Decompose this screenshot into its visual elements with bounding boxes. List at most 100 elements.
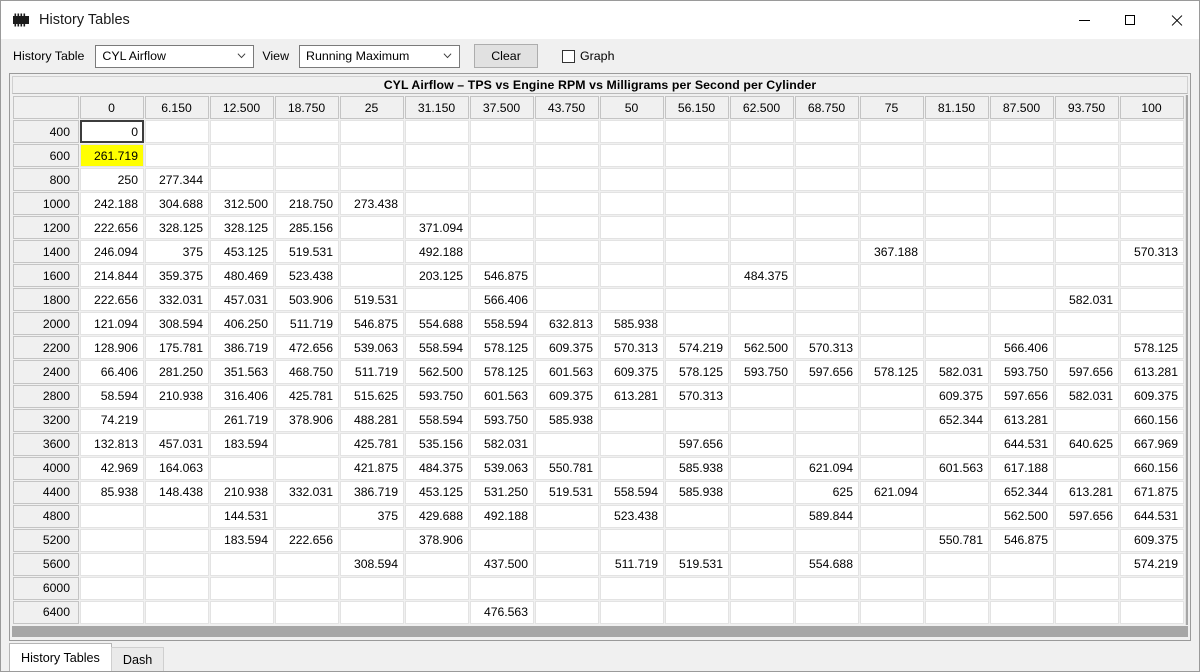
grid-cell[interactable]: 593.750 — [730, 360, 794, 384]
grid-row-header[interactable]: 6400 — [13, 600, 79, 624]
grid-cell[interactable]: 546.875 — [990, 528, 1054, 552]
grid-cell[interactable]: 609.375 — [535, 384, 599, 408]
grid-cell[interactable] — [470, 528, 534, 552]
grid-cell[interactable]: 378.906 — [405, 528, 469, 552]
grid-cell[interactable] — [665, 120, 729, 144]
grid-cell[interactable] — [665, 144, 729, 168]
grid-cell[interactable] — [340, 576, 404, 600]
grid-cell[interactable] — [405, 288, 469, 312]
grid-column-header[interactable]: 25 — [340, 96, 404, 119]
grid-cell[interactable]: 164.063 — [145, 456, 209, 480]
grid-cell[interactable]: 0 — [80, 120, 144, 144]
grid-cell[interactable]: 484.375 — [405, 456, 469, 480]
grid-cell[interactable]: 613.281 — [990, 408, 1054, 432]
grid-cell[interactable] — [665, 288, 729, 312]
grid-cell[interactable] — [80, 600, 144, 624]
grid-cell[interactable] — [145, 528, 209, 552]
grid-cell[interactable]: 332.031 — [275, 480, 339, 504]
grid-cell[interactable]: 519.531 — [665, 552, 729, 576]
grid-cell[interactable] — [80, 576, 144, 600]
grid-cell[interactable]: 203.125 — [405, 264, 469, 288]
grid-cell[interactable]: 609.375 — [600, 360, 664, 384]
grid-cell[interactable]: 558.594 — [405, 408, 469, 432]
grid-row-header[interactable]: 1200 — [13, 216, 79, 240]
grid-cell[interactable] — [795, 120, 859, 144]
grid-cell[interactable] — [730, 480, 794, 504]
grid-cell[interactable]: 328.125 — [145, 216, 209, 240]
grid-cell[interactable] — [860, 312, 924, 336]
grid-cell[interactable]: 601.563 — [925, 456, 989, 480]
grid-row-header[interactable]: 600 — [13, 144, 79, 168]
grid-cell[interactable] — [925, 312, 989, 336]
grid-cell[interactable]: 175.781 — [145, 336, 209, 360]
grid-cell[interactable] — [925, 264, 989, 288]
grid-row-header[interactable]: 5600 — [13, 552, 79, 576]
grid-cell[interactable]: 539.063 — [340, 336, 404, 360]
grid-cell[interactable]: 566.406 — [990, 336, 1054, 360]
grid-cell[interactable]: 316.406 — [210, 384, 274, 408]
grid-cell[interactable]: 277.344 — [145, 168, 209, 192]
grid-cell[interactable] — [600, 168, 664, 192]
grid-cell[interactable]: 222.656 — [80, 216, 144, 240]
grid-cell[interactable] — [990, 192, 1054, 216]
grid-cell[interactable] — [210, 120, 274, 144]
grid-cell[interactable] — [535, 264, 599, 288]
grid-cell[interactable]: 582.031 — [1055, 288, 1119, 312]
grid-cell[interactable]: 484.375 — [730, 264, 794, 288]
grid-cell[interactable] — [405, 144, 469, 168]
grid-cell[interactable]: 578.125 — [860, 360, 924, 384]
grid-column-header[interactable]: 37.500 — [470, 96, 534, 119]
grid-cell[interactable]: 183.594 — [210, 528, 274, 552]
grid-cell[interactable] — [600, 576, 664, 600]
grid-cell[interactable]: 609.375 — [925, 384, 989, 408]
grid-cell[interactable]: 66.406 — [80, 360, 144, 384]
grid-cell[interactable]: 285.156 — [275, 216, 339, 240]
grid-cell[interactable]: 570.313 — [600, 336, 664, 360]
grid-cell[interactable]: 566.406 — [470, 288, 534, 312]
grid-cell[interactable] — [730, 504, 794, 528]
grid-cell[interactable] — [990, 288, 1054, 312]
grid-cell[interactable]: 585.938 — [665, 480, 729, 504]
grid-column-header[interactable]: 62.500 — [730, 96, 794, 119]
grid-row-header[interactable]: 3200 — [13, 408, 79, 432]
grid-column-header[interactable]: 43.750 — [535, 96, 599, 119]
grid-cell[interactable] — [275, 576, 339, 600]
grid-cell[interactable] — [860, 456, 924, 480]
grid-cell[interactable]: 593.750 — [990, 360, 1054, 384]
grid-cell[interactable] — [210, 168, 274, 192]
grid-cell[interactable]: 667.969 — [1120, 432, 1184, 456]
grid-cell[interactable]: 578.125 — [665, 360, 729, 384]
grid-cell[interactable]: 609.375 — [535, 336, 599, 360]
grid-column-header[interactable]: 18.750 — [275, 96, 339, 119]
grid-cell[interactable]: 312.500 — [210, 192, 274, 216]
grid-cell[interactable] — [1055, 192, 1119, 216]
grid-cell[interactable] — [535, 288, 599, 312]
grid-cell[interactable] — [925, 600, 989, 624]
grid-cell[interactable] — [730, 432, 794, 456]
grid-cell[interactable] — [730, 168, 794, 192]
grid-cell[interactable] — [600, 432, 664, 456]
grid-cell[interactable]: 585.938 — [600, 312, 664, 336]
grid-cell[interactable] — [925, 552, 989, 576]
grid-cell[interactable]: 58.594 — [80, 384, 144, 408]
grid-cell[interactable]: 332.031 — [145, 288, 209, 312]
grid-cell[interactable]: 597.656 — [795, 360, 859, 384]
grid-cell[interactable] — [665, 408, 729, 432]
grid-cell[interactable]: 378.906 — [275, 408, 339, 432]
grid-cell[interactable] — [795, 216, 859, 240]
grid-cell[interactable]: 570.313 — [795, 336, 859, 360]
tab-dash[interactable]: Dash — [110, 647, 165, 671]
grid-cell[interactable] — [795, 528, 859, 552]
grid-cell[interactable]: 250 — [80, 168, 144, 192]
grid-cell[interactable] — [340, 528, 404, 552]
grid-cell[interactable]: 453.125 — [405, 480, 469, 504]
grid-cell[interactable]: 421.875 — [340, 456, 404, 480]
grid-cell[interactable] — [535, 144, 599, 168]
grid-cell[interactable]: 242.188 — [80, 192, 144, 216]
grid-column-header[interactable]: 81.150 — [925, 96, 989, 119]
grid-cell[interactable]: 492.188 — [405, 240, 469, 264]
grid-cell[interactable]: 511.719 — [340, 360, 404, 384]
grid-cell[interactable] — [795, 576, 859, 600]
grid-cell[interactable] — [275, 456, 339, 480]
grid-cell[interactable] — [795, 264, 859, 288]
